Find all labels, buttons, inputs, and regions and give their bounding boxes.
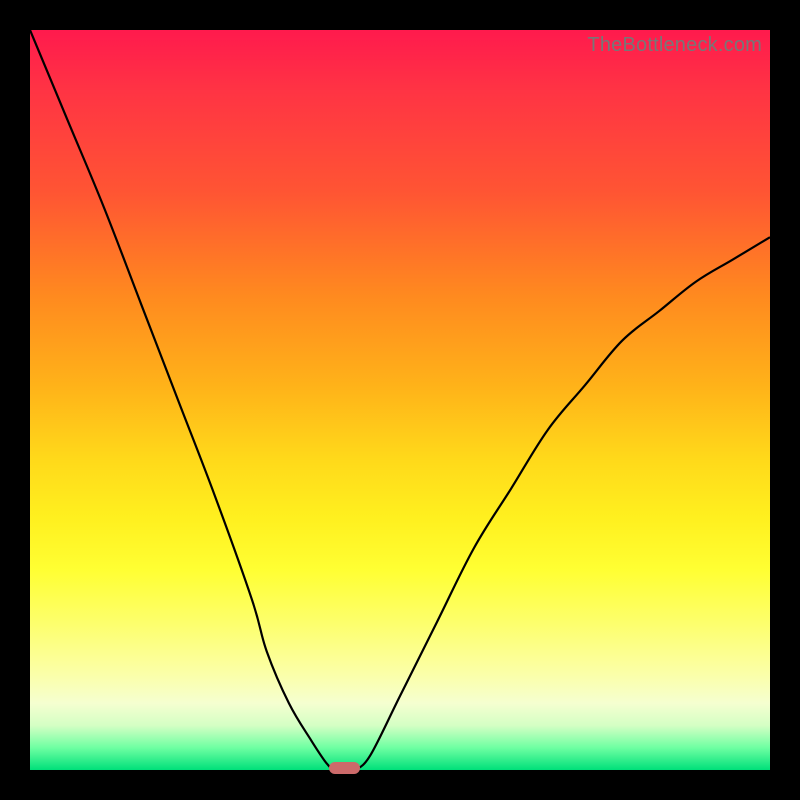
curve-layer xyxy=(30,30,770,770)
bottleneck-marker xyxy=(329,762,359,774)
right-curve xyxy=(356,237,770,770)
chart-frame: TheBottleneck.com xyxy=(0,0,800,800)
plot-area: TheBottleneck.com xyxy=(30,30,770,770)
left-curve xyxy=(30,30,333,770)
